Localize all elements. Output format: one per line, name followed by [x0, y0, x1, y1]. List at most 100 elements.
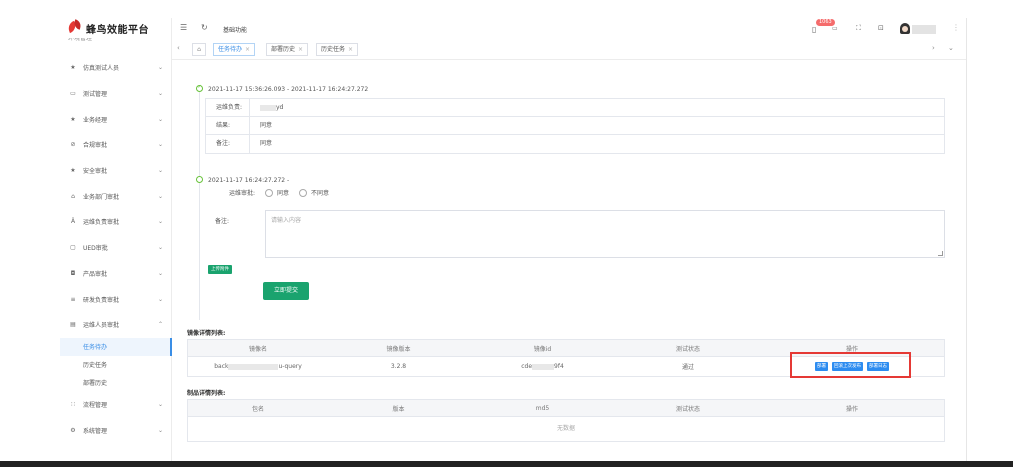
sidebar-item-label: 业务经理 [83, 116, 108, 124]
sidebar-item-label: 业务部门审批 [83, 193, 120, 201]
chevron-down-icon: ⌄ [157, 167, 163, 175]
sidebar-item-label: 安全审批 [83, 168, 108, 176]
chevron-down-icon: ⌄ [157, 426, 163, 434]
disagree-label[interactable]: 不同意 [311, 188, 329, 197]
info-row: 运维负责: yd [206, 99, 944, 117]
artifact-table-title: 制品详情列表: [187, 390, 226, 397]
gear-icon: ⚙ [70, 426, 76, 434]
table-header: 包名 版本 md5 测试状态 操作 [188, 400, 944, 417]
home-tab-icon[interactable]: ⌂ [192, 43, 206, 56]
refresh-icon[interactable]: ↻ [201, 23, 208, 32]
menu-toggle-icon[interactable]: ☰ [180, 23, 187, 32]
column-header: 操作 [845, 405, 858, 413]
info-value: 同意 [260, 140, 273, 147]
chevron-down-icon: ⌄ [157, 192, 163, 200]
info-key: 结果: [206, 117, 250, 134]
remark-textarea[interactable]: 请输入内容 [265, 210, 945, 258]
agree-radio[interactable] [265, 188, 274, 197]
submit-button[interactable]: 立即提交 [263, 282, 309, 300]
agree-label[interactable]: 同意 [277, 188, 289, 197]
sidebar-item-9[interactable]: ◘ 产品审批 ⌄ [60, 261, 171, 287]
sidebar-item-10[interactable]: ≡ 研发负责审批 ⌄ [60, 286, 171, 312]
sidebar-item-label: 合规审批 [83, 142, 108, 150]
sidebar-item-2[interactable]: ⚙ 系统管理 ⌄ [60, 417, 171, 443]
sidebar-cut-item[interactable]: 环境管理 [68, 38, 168, 44]
chevron-down-icon[interactable]: ⌄ [948, 44, 954, 52]
sidebar-item-2[interactable]: ▭ 测试管理 ⌄ [60, 81, 171, 107]
column-header: 镜像id [533, 345, 552, 353]
chevron-down-icon: ⌄ [157, 218, 163, 226]
avatar[interactable] [900, 23, 910, 34]
chevron-up-icon: ⌃ [157, 321, 163, 329]
tab-next-icon[interactable]: › [932, 44, 935, 52]
tab-部署历史[interactable]: 部署历史 × [266, 43, 309, 56]
approval-radio-group: 运维审批: 同意 不同意 [229, 188, 329, 197]
top-header: ☰ ↻ 基础功能 ▯ 1063 ▭ ⛶ ⊡ ⋮ [172, 18, 966, 40]
timeline-line [199, 92, 200, 320]
sidebar-item-6[interactable]: ⌂ 业务部门审批 ⌄ [60, 183, 171, 209]
star-icon: ★ [70, 115, 76, 123]
more-icon[interactable]: ⋮ [952, 23, 960, 32]
star-icon: ★ [70, 167, 76, 175]
sidebar-subitem-1[interactable]: 任务待办 [60, 337, 172, 356]
chevron-down-icon: ⌄ [157, 64, 163, 72]
message-icon[interactable]: ▭ [832, 25, 838, 32]
sidebar-subitem-2[interactable]: 历史任务 [60, 356, 171, 374]
timeline-done-title: 2021-11-17 15:36:26.093 - 2021-11-17 16:… [208, 86, 369, 93]
image-table-title: 镜像详情列表: [187, 330, 226, 337]
sidebar-item-1[interactable]: ★ 仿真测试人员 ⌄ [60, 55, 171, 81]
sidebar-item-7[interactable]: Ä 运维负责审批 ⌄ [60, 209, 171, 235]
fullscreen-icon[interactable]: ⛶ [856, 24, 861, 33]
tab-label: 历史任务 [321, 46, 346, 53]
close-icon[interactable]: × [298, 46, 303, 53]
building-icon: ⌂ [71, 192, 75, 200]
info-value: yd [250, 99, 283, 116]
shield-icon: ⊘ [70, 141, 76, 149]
tab-prev-icon[interactable]: ‹ [177, 44, 180, 52]
column-header: md5 [535, 404, 550, 412]
main-content: 2021-11-17 15:36:26.093 - 2021-11-17 16:… [172, 60, 966, 463]
upload-attachment-button[interactable]: 上传附件 [208, 265, 232, 274]
info-row: 结果: 同意 [206, 117, 944, 135]
column-header: 包名 [251, 405, 264, 413]
tab-任务待办[interactable]: 任务待办 × [213, 43, 256, 56]
sidebar-item-5[interactable]: ★ 安全审批 ⌄ [60, 158, 171, 184]
logo-icon [68, 20, 82, 36]
close-icon[interactable]: × [348, 46, 353, 53]
close-icon[interactable]: × [245, 46, 250, 53]
sidebar-subitem-3[interactable]: 部署历史 [60, 374, 171, 392]
column-header: 镜像名 [248, 345, 267, 353]
sidebar: 蜂鸟效能平台 环境管理 ★ 仿真测试人员 ⌄ ▭ 测试管理 ⌄ ★ 业务经理 ⌄ ⊘ 合规审批 ⌄ ★ 安… [60, 18, 172, 463]
chevron-down-icon: ⌄ [157, 295, 163, 303]
chevron-down-icon: ⌄ [157, 244, 163, 252]
list-icon: ≡ [70, 295, 76, 303]
pending-circle-icon [196, 176, 203, 183]
disagree-radio[interactable] [299, 188, 308, 197]
sidebar-item-11[interactable]: ▤ 运维人员审批 ⌃ [60, 312, 171, 338]
remark-label: 备注: [215, 218, 230, 225]
tab-历史任务[interactable]: 历史任务 × [316, 43, 359, 56]
artifact-table: 包名 版本 md5 测试状态 操作 无数据 [187, 399, 945, 442]
sidebar-item-4[interactable]: ⊘ 合规审批 ⌄ [60, 132, 171, 158]
redacted-text [260, 104, 276, 111]
chevron-down-icon: ⌄ [157, 269, 163, 277]
sidebar-item-label: 仿真测试人员 [83, 65, 120, 73]
cart-icon: ◘ [70, 269, 76, 277]
sidebar-item-label: 测试管理 [83, 91, 108, 99]
star-icon: ★ [70, 64, 76, 72]
username[interactable] [912, 25, 936, 34]
column-header: 镜像版本 [386, 345, 411, 353]
doc-icon: ▢ [70, 244, 76, 252]
lock-icon[interactable]: ⊡ [878, 24, 884, 32]
sidebar-item-label: 产品审批 [83, 270, 108, 278]
sidebar-item-label: 运维人员审批 [83, 322, 120, 330]
image-id-cell: cde 9f4 [521, 363, 564, 370]
check-circle-icon [196, 84, 203, 92]
sidebar-item-1[interactable]: ∷ 流程管理 ⌄ [60, 392, 171, 418]
app-frame: 蜂鸟效能平台 环境管理 ★ 仿真测试人员 ⌄ ▭ 测试管理 ⌄ ★ 业务经理 ⌄ ⊘ 合规审批 ⌄ ★ 安… [0, 0, 1013, 467]
bell-icon[interactable]: ▯ [812, 25, 816, 34]
redacted-text [228, 363, 279, 370]
sidebar-item-8[interactable]: ▢ UED审批 ⌄ [60, 235, 171, 261]
sidebar-item-3[interactable]: ★ 业务经理 ⌄ [60, 106, 171, 132]
breadcrumb[interactable]: 基础功能 [223, 25, 247, 34]
